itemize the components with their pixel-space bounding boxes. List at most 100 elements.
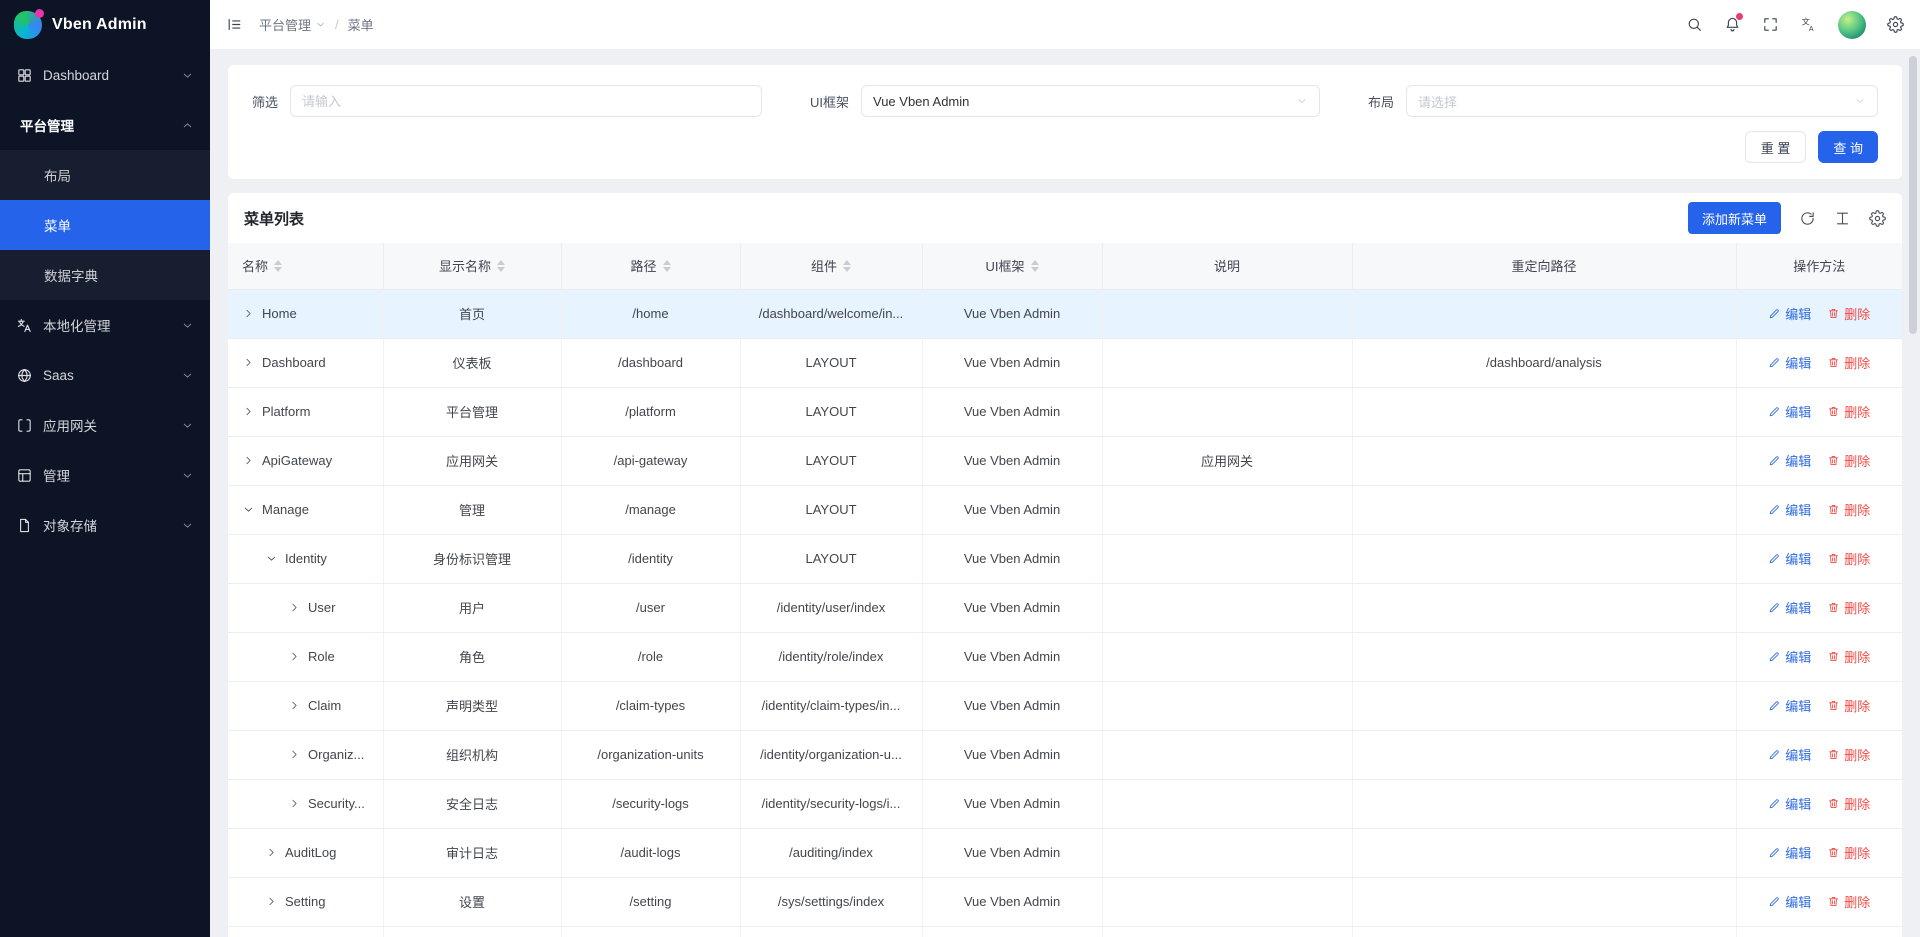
name-cell: User: [228, 583, 383, 632]
field-label: UI框架: [810, 92, 849, 111]
layout-select[interactable]: 请选择: [1406, 85, 1878, 117]
sidebar-subitem[interactable]: 布局: [0, 150, 210, 200]
sidebar-subitem[interactable]: 菜单: [0, 200, 210, 250]
actions-cell: 编辑删除: [1736, 289, 1902, 338]
reset-button[interactable]: 重 置: [1745, 131, 1807, 163]
expand-icon[interactable]: [242, 307, 255, 320]
delete-button[interactable]: 删除: [1827, 353, 1870, 372]
page-content: 筛选 UI框架 Vue Vben Admin 布局 请选择: [210, 50, 1920, 937]
expand-icon[interactable]: [288, 797, 301, 810]
framework-select[interactable]: Vue Vben Admin: [861, 85, 1320, 117]
expand-icon[interactable]: [242, 503, 255, 516]
sort-icon[interactable]: [1031, 260, 1039, 272]
table-row[interactable]: Dashboard仪表板/dashboardLAYOUTVue Vben Adm…: [228, 338, 1902, 387]
column-header[interactable]: 名称: [228, 243, 383, 289]
edit-button[interactable]: 编辑: [1768, 696, 1811, 715]
table-row[interactable]: User用户/user/identity/user/indexVue Vben …: [228, 583, 1902, 632]
delete-button[interactable]: 删除: [1827, 598, 1870, 617]
delete-button[interactable]: 删除: [1827, 304, 1870, 323]
sidebar-item[interactable]: 对象存储: [0, 500, 210, 550]
edit-button[interactable]: 编辑: [1768, 304, 1811, 323]
expand-icon[interactable]: [288, 601, 301, 614]
sidebar-item[interactable]: Dashboard: [0, 50, 210, 100]
column-header[interactable]: UI框架: [922, 243, 1102, 289]
expand-icon[interactable]: [242, 454, 255, 467]
delete-button[interactable]: 删除: [1827, 892, 1870, 911]
menu-fold-icon[interactable]: [226, 16, 243, 33]
expand-icon[interactable]: [265, 895, 278, 908]
refresh-icon[interactable]: [1799, 210, 1816, 227]
keyword-input[interactable]: [290, 85, 762, 117]
fullscreen-icon[interactable]: [1762, 16, 1779, 33]
edit-button[interactable]: 编辑: [1768, 892, 1811, 911]
delete-button[interactable]: 删除: [1827, 843, 1870, 862]
delete-button[interactable]: 删除: [1827, 500, 1870, 519]
column-header[interactable]: 组件: [740, 243, 922, 289]
sidebar-subitem[interactable]: 数据字典: [0, 250, 210, 300]
expand-icon[interactable]: [242, 405, 255, 418]
search-icon[interactable]: [1686, 16, 1703, 33]
breadcrumb-item-current[interactable]: 菜单: [348, 15, 374, 34]
display-name-cell: 组织机构: [383, 730, 561, 779]
delete-button[interactable]: 删除: [1827, 549, 1870, 568]
sort-icon[interactable]: [663, 260, 671, 272]
sidebar-item[interactable]: 应用网关: [0, 400, 210, 450]
table-row[interactable]: Platform平台管理/platformLAYOUTVue Vben Admi…: [228, 387, 1902, 436]
table-row[interactable]: ApiGateway应用网关/api-gatewayLAYOUTVue Vben…: [228, 436, 1902, 485]
delete-button[interactable]: 删除: [1827, 794, 1870, 813]
delete-button[interactable]: 删除: [1827, 451, 1870, 470]
edit-button[interactable]: 编辑: [1768, 745, 1811, 764]
edit-button[interactable]: 编辑: [1768, 843, 1811, 862]
table-row[interactable]: AuditLog审计日志/audit-logs/auditing/indexVu…: [228, 828, 1902, 877]
sort-icon[interactable]: [274, 260, 282, 272]
table-row[interactable]: Claim声明类型/claim-types/identity/claim-typ…: [228, 681, 1902, 730]
sidebar-item[interactable]: 平台管理: [0, 100, 210, 150]
table-title: 菜单列表: [244, 208, 304, 229]
delete-button[interactable]: 删除: [1827, 696, 1870, 715]
table-row[interactable]: Security...安全日志/security-logs/identity/s…: [228, 779, 1902, 828]
table-row[interactable]: Role角色/role/identity/role/indexVue Vben …: [228, 632, 1902, 681]
sidebar-item[interactable]: 管理: [0, 450, 210, 500]
language-icon[interactable]: 文A: [1800, 16, 1817, 33]
add-menu-button[interactable]: 添加新菜单: [1688, 202, 1781, 234]
edit-button[interactable]: 编辑: [1768, 647, 1811, 666]
edit-button[interactable]: 编辑: [1768, 598, 1811, 617]
edit-button[interactable]: 编辑: [1768, 353, 1811, 372]
sort-icon[interactable]: [843, 260, 851, 272]
table-row[interactable]: Organiz...组织机构/organization-units/identi…: [228, 730, 1902, 779]
row-height-icon[interactable]: [1834, 210, 1851, 227]
app-logo[interactable]: Vben Admin: [0, 0, 210, 50]
table-row[interactable]: Manage管理/manageLAYOUTVue Vben Admin编辑删除: [228, 485, 1902, 534]
expand-icon[interactable]: [288, 699, 301, 712]
edit-button[interactable]: 编辑: [1768, 794, 1811, 813]
expand-icon[interactable]: [242, 356, 255, 369]
settings-gear-icon[interactable]: [1887, 16, 1904, 33]
description-cell: [1102, 632, 1352, 681]
column-header[interactable]: 路径: [561, 243, 740, 289]
delete-button[interactable]: 删除: [1827, 745, 1870, 764]
table-row[interactable]: Setting设置/setting/sys/settings/indexVue …: [228, 877, 1902, 926]
sort-icon[interactable]: [497, 260, 505, 272]
avatar[interactable]: [1838, 11, 1866, 39]
column-settings-icon[interactable]: [1869, 210, 1886, 227]
scrollbar[interactable]: [1909, 56, 1917, 334]
delete-button[interactable]: 删除: [1827, 647, 1870, 666]
expand-icon[interactable]: [265, 846, 278, 859]
edit-button[interactable]: 编辑: [1768, 500, 1811, 519]
edit-button[interactable]: 编辑: [1768, 402, 1811, 421]
notifications-button[interactable]: [1724, 16, 1741, 33]
expand-icon[interactable]: [265, 552, 278, 565]
table-row[interactable]: Identity身份标识管理/identityLAYOUTVue Vben Ad…: [228, 534, 1902, 583]
breadcrumb-item[interactable]: 平台管理: [259, 15, 326, 34]
expand-icon[interactable]: [288, 650, 301, 663]
delete-button[interactable]: 删除: [1827, 402, 1870, 421]
search-button[interactable]: 查 询: [1818, 131, 1878, 163]
sidebar-item[interactable]: 本地化管理: [0, 300, 210, 350]
edit-button[interactable]: 编辑: [1768, 549, 1811, 568]
table-row[interactable]: Home首页/home/dashboard/welcome/in...Vue V…: [228, 289, 1902, 338]
expand-icon[interactable]: [288, 748, 301, 761]
sidebar-item[interactable]: Saas: [0, 350, 210, 400]
framework-cell: Vue Vben Admin: [922, 485, 1102, 534]
edit-button[interactable]: 编辑: [1768, 451, 1811, 470]
column-header[interactable]: 显示名称: [383, 243, 561, 289]
